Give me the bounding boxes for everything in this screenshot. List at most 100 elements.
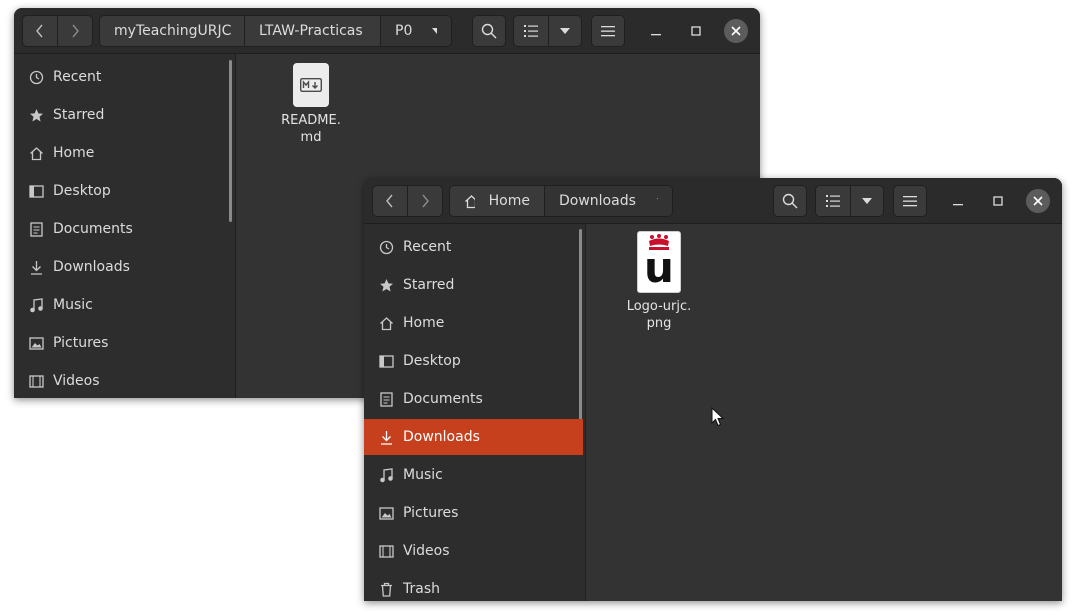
- sidebar: Recent Starred Home Desktop Documents Do…: [364, 224, 586, 601]
- search-icon: [782, 193, 798, 209]
- breadcrumb-downloads[interactable]: Downloads: [544, 185, 673, 217]
- breadcrumb-label: Home: [488, 193, 530, 209]
- sidebar-item-downloads[interactable]: Downloads: [364, 419, 583, 455]
- breadcrumb-home[interactable]: Home: [449, 185, 545, 217]
- markdown-file-icon: [293, 63, 329, 107]
- sidebar-item-downloads[interactable]: Downloads: [14, 249, 233, 285]
- sidebar-item-label: Downloads: [53, 259, 130, 275]
- file-name: README. md: [281, 113, 341, 145]
- minimize-icon: [953, 204, 963, 206]
- caret-down-icon: [862, 198, 872, 204]
- file-item-readme[interactable]: README. md: [266, 63, 356, 146]
- sidebar-item-label: Downloads: [403, 429, 480, 445]
- sidebar-item-videos[interactable]: Videos: [14, 363, 233, 398]
- menu-button[interactable]: [591, 15, 625, 47]
- music-note-icon: [378, 467, 394, 483]
- close-icon: [731, 26, 741, 36]
- clock-icon: [378, 239, 394, 255]
- star-icon: [28, 107, 44, 123]
- breadcrumb-myteachingurjc[interactable]: myTeachingURJC: [99, 15, 245, 47]
- maximize-button[interactable]: [684, 19, 708, 43]
- sidebar-item-label: Desktop: [403, 353, 461, 369]
- search-button[interactable]: [773, 185, 807, 217]
- sidebar-item-documents[interactable]: Documents: [364, 381, 583, 417]
- close-button[interactable]: [724, 19, 748, 43]
- view-options-button[interactable]: [548, 15, 582, 47]
- sidebar-item-desktop[interactable]: Desktop: [14, 173, 233, 209]
- file-item-logo-urjc[interactable]: u Logo-urjc. png: [614, 231, 704, 332]
- sidebar-item-videos[interactable]: Videos: [364, 533, 583, 569]
- sidebar-item-recent[interactable]: Recent: [14, 59, 233, 95]
- menu-button[interactable]: [893, 185, 927, 217]
- sidebar-item-label: Starred: [53, 107, 105, 123]
- sidebar-item-label: Recent: [53, 69, 102, 85]
- sidebar-item-label: Desktop: [53, 183, 111, 199]
- chevron-left-icon: [386, 194, 393, 208]
- maximize-icon: [993, 196, 1003, 206]
- sidebar-item-home[interactable]: Home: [14, 135, 233, 171]
- sidebar-item-label: Pictures: [53, 335, 109, 351]
- forward-button[interactable]: [57, 15, 93, 47]
- breadcrumb-label: Downloads: [559, 193, 636, 209]
- download-icon: [28, 259, 44, 275]
- sidebar-item-label: Music: [53, 297, 93, 313]
- forward-button[interactable]: [407, 185, 443, 217]
- caret-down-icon: [432, 28, 437, 34]
- sidebar-item-recent[interactable]: Recent: [364, 229, 583, 265]
- sidebar-item-label: Documents: [403, 391, 483, 407]
- minimize-icon: [651, 34, 661, 36]
- sidebar-item-pictures[interactable]: Pictures: [364, 495, 583, 531]
- mouse-cursor-icon: [711, 407, 724, 427]
- breadcrumb-p0[interactable]: P0: [380, 15, 452, 47]
- close-button[interactable]: [1026, 189, 1050, 213]
- header-bar: Home Downloads: [364, 178, 1062, 224]
- view-options-button[interactable]: [850, 185, 884, 217]
- clock-icon: [28, 69, 44, 85]
- close-icon: [1033, 196, 1043, 206]
- hamburger-menu-icon: [601, 26, 615, 37]
- caret-down-icon: [560, 28, 570, 34]
- hamburger-menu-icon: [903, 196, 917, 207]
- sidebar-item-label: Home: [403, 315, 445, 331]
- list-view-button[interactable]: [815, 185, 851, 217]
- header-bar: myTeachingURJC LTAW-Practicas P0: [14, 8, 760, 54]
- breadcrumb-ltaw-practicas[interactable]: LTAW-Practicas: [244, 15, 381, 47]
- sidebar-item-starred[interactable]: Starred: [364, 267, 583, 303]
- music-note-icon: [28, 297, 44, 313]
- minimize-button[interactable]: [644, 19, 668, 43]
- sidebar-item-label: Recent: [403, 239, 452, 255]
- sidebar-item-label: Home: [53, 145, 95, 161]
- download-icon: [378, 429, 394, 445]
- minimize-button[interactable]: [946, 189, 970, 213]
- sidebar-item-label: Trash: [403, 581, 440, 597]
- maximize-button[interactable]: [986, 189, 1010, 213]
- list-view-button[interactable]: [513, 15, 549, 47]
- file-manager-window-downloads[interactable]: Home Downloads Recent Starred Home Deskt…: [364, 178, 1062, 601]
- picture-icon: [28, 335, 44, 351]
- sidebar-item-documents[interactable]: Documents: [14, 211, 233, 247]
- home-icon: [28, 145, 44, 161]
- sidebar-item-label: Videos: [53, 373, 100, 389]
- chevron-right-icon: [72, 24, 79, 38]
- caret-down-icon: [656, 198, 658, 200]
- back-button[interactable]: [22, 15, 58, 47]
- document-icon: [378, 391, 394, 407]
- file-view[interactable]: u Logo-urjc. png: [587, 224, 1062, 601]
- document-icon: [28, 221, 44, 237]
- sidebar-item-home[interactable]: Home: [364, 305, 583, 341]
- back-button[interactable]: [372, 185, 408, 217]
- sidebar-item-pictures[interactable]: Pictures: [14, 325, 233, 361]
- trash-icon: [378, 581, 394, 597]
- search-button[interactable]: [472, 15, 506, 47]
- sidebar-item-label: Starred: [403, 277, 455, 293]
- sidebar-item-desktop[interactable]: Desktop: [364, 343, 583, 379]
- sidebar-item-trash[interactable]: Trash: [364, 571, 583, 601]
- search-icon: [481, 23, 497, 39]
- sidebar-item-starred[interactable]: Starred: [14, 97, 233, 133]
- desktop-icon: [378, 353, 394, 369]
- maximize-icon: [691, 26, 701, 36]
- sidebar-item-label: Pictures: [403, 505, 459, 521]
- list-view-icon: [826, 195, 840, 207]
- sidebar-item-music[interactable]: Music: [14, 287, 233, 323]
- sidebar-item-music[interactable]: Music: [364, 457, 583, 493]
